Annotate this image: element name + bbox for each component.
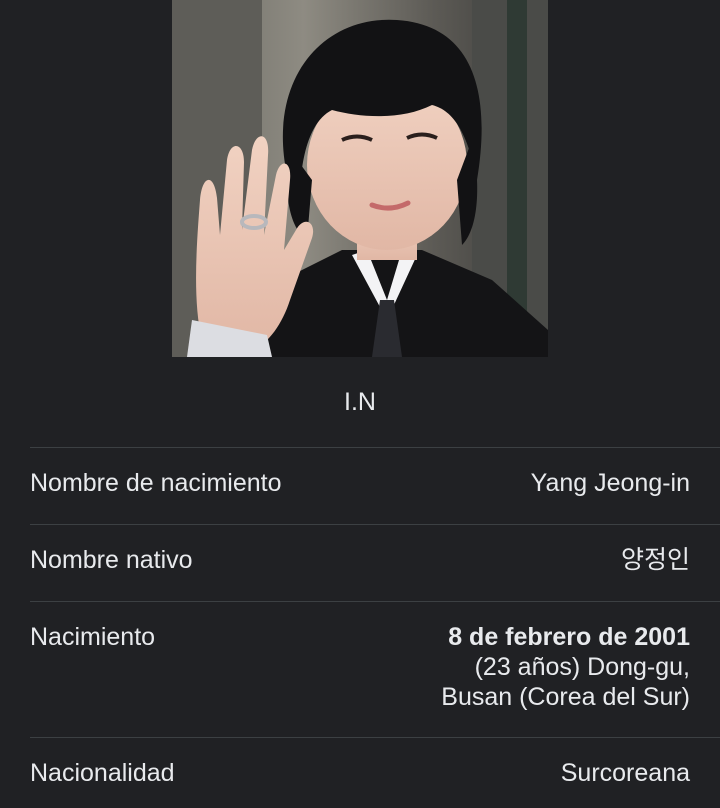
fact-label: Nacionalidad: [30, 759, 175, 787]
fact-label: Nombre nativo: [30, 546, 193, 574]
fact-value: Yang Jeong-in: [530, 469, 690, 497]
fact-label: Nacimiento: [30, 623, 156, 651]
fact-row-birth-name: Nombre de nacimiento Yang Jeong-in: [30, 447, 720, 524]
fact-row-nationality: Nacionalidad Surcoreana: [30, 737, 720, 808]
fact-row-native-name: Nombre nativo 양정인: [30, 524, 720, 601]
entity-name: I.N: [344, 387, 376, 416]
fact-value-birth: 8 de febrero de 2001 (23 años) Dong-gu, …: [441, 622, 690, 712]
info-table: Nombre de nacimiento Yang Jeong-in Nombr…: [30, 447, 720, 808]
birth-age-place: (23 años) Dong-gu,: [474, 653, 690, 681]
portrait-image: [172, 0, 548, 357]
fact-value: 양정인: [620, 546, 690, 574]
birth-date: 8 de febrero de 2001: [448, 623, 690, 651]
entity-title: I.N: [0, 357, 720, 447]
fact-value: Surcoreana: [560, 759, 690, 787]
profile-photo[interactable]: [172, 0, 548, 357]
fact-row-birth: Nacimiento 8 de febrero de 2001 (23 años…: [30, 601, 720, 737]
profile-photo-band: [0, 0, 720, 357]
fact-label: Nombre de nacimiento: [30, 469, 282, 497]
birth-place: Busan (Corea del Sur): [441, 683, 690, 711]
